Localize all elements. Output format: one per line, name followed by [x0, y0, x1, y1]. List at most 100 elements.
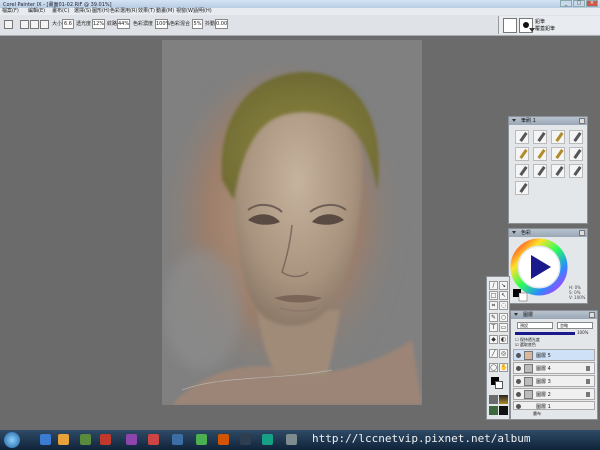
text-icon[interactable]: T: [489, 323, 498, 332]
layer-row[interactable]: 圖層 5: [513, 349, 595, 361]
lock-icon[interactable]: [586, 379, 590, 384]
magnifier-icon[interactable]: ◯: [489, 363, 498, 372]
rect-select-icon[interactable]: □: [489, 291, 498, 300]
brush-icon[interactable]: /: [489, 281, 498, 290]
brushes-panel-header[interactable]: 筆刷 1: [509, 117, 587, 125]
layer-row[interactable]: 圖層 1: [513, 401, 595, 410]
stroke-type-icon[interactable]: [30, 20, 39, 29]
menu-select[interactable]: 選擇(S): [74, 8, 91, 15]
brush-icon[interactable]: [515, 147, 529, 161]
app-icon[interactable]: [40, 434, 51, 445]
menu-file[interactable]: 檔案(F): [2, 8, 19, 15]
layers-panel: 圖層 預設 忽略 100% ☐ 保持透光度 ☑ 選取底色 圖層 5 圖層 4 圖…: [510, 310, 598, 420]
app-icon[interactable]: [286, 434, 297, 445]
brush-tool-icon[interactable]: [4, 20, 13, 29]
shape-icon[interactable]: ○: [499, 313, 508, 322]
menu-effects[interactable]: 效果(T): [138, 8, 155, 15]
reset-tool-icon[interactable]: [20, 20, 29, 29]
layer-thumbnail: [524, 351, 533, 360]
rectangle-icon[interactable]: ▭: [499, 323, 508, 332]
eraser-icon[interactable]: ◆: [489, 335, 498, 344]
app-icon[interactable]: [262, 434, 273, 445]
nozzle-swatch[interactable]: [499, 406, 508, 415]
close-icon[interactable]: [579, 230, 585, 236]
paper-swatch[interactable]: [489, 395, 498, 404]
colors-panel-header[interactable]: 色彩: [509, 229, 587, 237]
app-icon[interactable]: [196, 434, 207, 445]
toolbox-additional-color[interactable]: [495, 381, 503, 389]
brush-icon[interactable]: [533, 130, 547, 144]
eye-icon[interactable]: [516, 366, 521, 371]
brush-icon[interactable]: [551, 164, 565, 178]
resaturation-field[interactable]: 100%: [155, 19, 170, 29]
opacity-field[interactable]: 12%: [92, 19, 105, 29]
close-button[interactable]: ×: [586, 0, 598, 7]
brush-icon[interactable]: [515, 164, 529, 178]
clone-icon[interactable]: ◎: [499, 349, 508, 358]
menu-color-select[interactable]: 色彩選用(R): [110, 8, 137, 15]
eye-icon[interactable]: [516, 404, 521, 409]
eyedropper-icon[interactable]: ╱: [489, 349, 498, 358]
brush-icon[interactable]: [551, 147, 565, 161]
paint-bucket-icon[interactable]: ◐: [499, 335, 508, 344]
brush-icon[interactable]: [515, 181, 529, 195]
app-icon[interactable]: [172, 434, 183, 445]
brush-icon[interactable]: [569, 147, 583, 161]
close-icon[interactable]: [589, 312, 595, 318]
layer-row[interactable]: 圖層 3: [513, 375, 595, 387]
close-icon[interactable]: [579, 118, 585, 124]
menu-movie[interactable]: 動畫(M): [156, 8, 174, 15]
menu-window[interactable]: 視窗(W): [176, 8, 195, 15]
layer-row[interactable]: 圖層 2: [513, 388, 595, 400]
size-field[interactable]: 6.6: [62, 19, 74, 29]
eye-icon[interactable]: [516, 392, 521, 397]
additional-color-swatch[interactable]: [518, 292, 528, 302]
grabber-icon[interactable]: ✋: [499, 363, 508, 372]
move-icon[interactable]: ↖: [499, 291, 508, 300]
composite-method-select[interactable]: 預設: [517, 322, 553, 329]
pen-icon[interactable]: ✎: [489, 313, 498, 322]
pick-up-underlying-checkbox[interactable]: ☑ 選取底色: [515, 342, 536, 347]
layers-panel-header[interactable]: 圖層: [511, 311, 597, 319]
app-icon[interactable]: [148, 434, 159, 445]
layer-row[interactable]: 圖層 4: [513, 362, 595, 374]
menu-canvas[interactable]: 畫布(C): [52, 8, 69, 15]
bleed-field[interactable]: 5%: [192, 19, 203, 29]
lasso-icon[interactable]: ◌: [499, 301, 508, 310]
brush-category-label: 鉛筆: [535, 19, 546, 25]
app-icon[interactable]: [240, 434, 251, 445]
pattern-swatch[interactable]: [489, 406, 498, 415]
document-canvas[interactable]: [162, 40, 422, 405]
menu-help[interactable]: 說明(H): [194, 8, 212, 15]
minimize-button[interactable]: _: [560, 0, 572, 7]
composite-depth-select[interactable]: 忽略: [557, 322, 593, 329]
eye-icon[interactable]: [516, 379, 521, 384]
jitter-field[interactable]: 0.00: [215, 19, 228, 29]
gradient-swatch[interactable]: [499, 395, 508, 404]
menu-edit[interactable]: 編輯(E): [28, 8, 45, 15]
brush-icon[interactable]: [569, 130, 583, 144]
eye-icon[interactable]: [516, 353, 521, 358]
opacity-slider[interactable]: [515, 332, 575, 335]
brush-category-icon[interactable]: [503, 18, 517, 33]
brush-icon[interactable]: [551, 130, 565, 144]
app-icon[interactable]: [80, 434, 91, 445]
brush-icon[interactable]: [533, 164, 547, 178]
app-icon[interactable]: [100, 434, 111, 445]
brush-icon[interactable]: [533, 147, 547, 161]
start-button[interactable]: [4, 432, 20, 448]
crop-icon[interactable]: ⌗: [489, 301, 498, 310]
brush-icon[interactable]: [515, 130, 529, 144]
app-icon[interactable]: [58, 434, 69, 445]
lock-icon[interactable]: [586, 392, 590, 397]
canvas-layer-name[interactable]: 畫布: [533, 411, 541, 417]
brush-icon[interactable]: [569, 164, 583, 178]
lock-icon[interactable]: [586, 366, 590, 371]
dropper-icon[interactable]: ↘: [499, 281, 508, 290]
freehand-icon[interactable]: [40, 20, 49, 29]
app-icon[interactable]: [218, 434, 229, 445]
app-icon[interactable]: [126, 434, 137, 445]
maximize-button[interactable]: □: [573, 0, 585, 7]
grain-field[interactable]: 44%: [117, 19, 130, 29]
menu-shapes[interactable]: 圖形(H): [92, 8, 110, 15]
